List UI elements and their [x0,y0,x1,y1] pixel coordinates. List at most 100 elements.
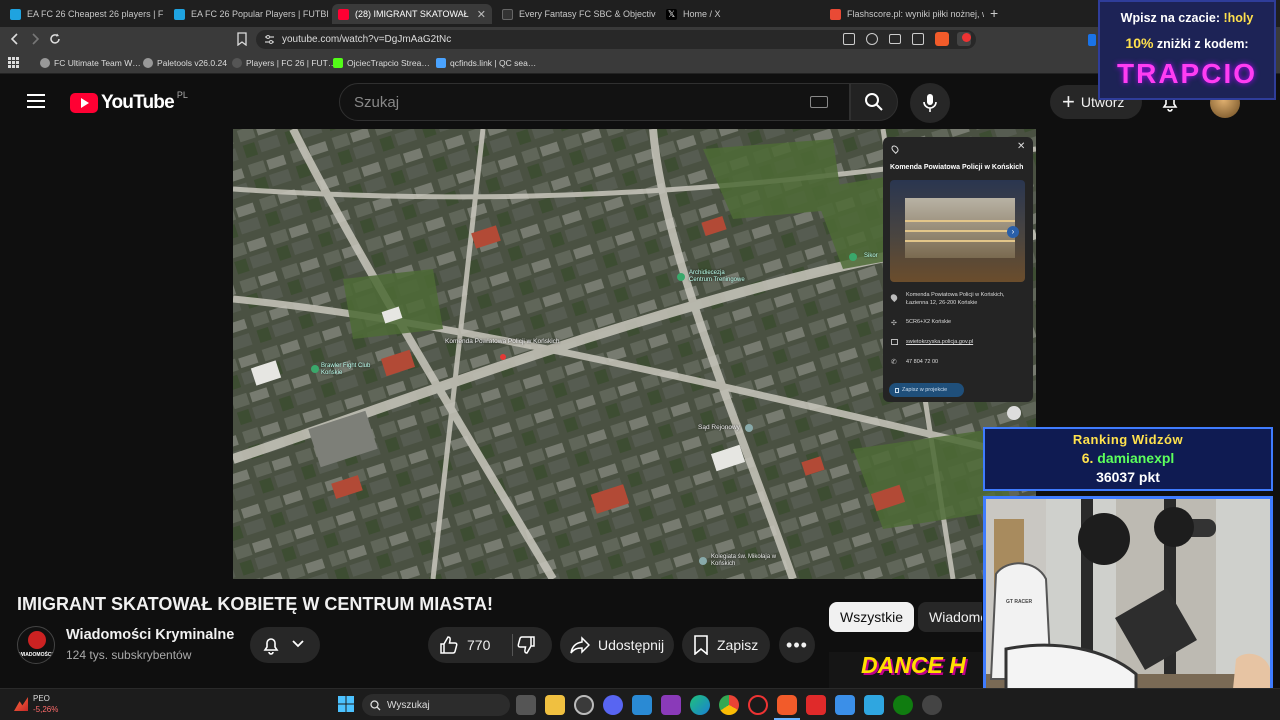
browser-tab[interactable]: 𝕏 Home / X [660,4,820,24]
discord-icon[interactable] [603,695,623,715]
taskbar-search[interactable]: Wyszukaj [362,694,510,716]
voice-search-button[interactable] [910,83,950,123]
bookmark-label: qcfinds.link | QC sea… [450,58,537,68]
like-dislike-group: 770 [428,627,552,663]
back-icon[interactable] [8,32,22,46]
reload-icon[interactable] [48,32,62,46]
navigation-bar: youtube.com/watch?v=DgJmAaG2tNc [0,27,1280,52]
search-input[interactable]: Szukaj [339,83,850,121]
location-pin-icon [890,144,900,154]
task-view-icon[interactable] [516,695,536,715]
bookmark-item[interactable]: OjciecTrapcio Strea… [333,56,430,70]
map-label: Archidiecezja Centrum Treningowe [689,270,745,283]
edge-icon[interactable] [690,695,710,715]
cast-icon[interactable] [889,34,901,44]
dislike-button[interactable] [516,635,536,655]
share-label: Udostępnij [598,637,665,653]
bookmark-item[interactable]: qcfinds.link | QC sea… [436,56,536,70]
place-plus-code: 5CR6+X2 Końskie [906,319,952,325]
channel-avatar[interactable]: WIADOMOŚCI [17,626,55,664]
viewer-ranking-overlay: Ranking Widzów 6. damianexpl 36037 pkt [983,427,1273,491]
bookmark-label: Paletools v26.0.24 [157,58,227,68]
browser-tab[interactable]: Flashscore.pl: wyniki piłki nożnej, wy… [824,4,984,24]
chip-all[interactable]: Wszystkie [829,602,914,632]
close-tab-icon[interactable]: ✕ [477,8,492,21]
opera-icon[interactable] [748,695,768,715]
save-to-project-button[interactable]: Zapisz w projekcie [889,383,964,397]
selected-location-pin [500,354,506,360]
recommended-video-thumbnail[interactable]: DANCE H [829,652,983,688]
chip-news[interactable]: Wiadomo [918,602,982,632]
file-explorer-icon[interactable] [545,695,565,715]
chair-brand-label: GT RACER [1006,599,1033,605]
map-label: Kolegiata św. Mikołaja w Końskich [711,554,777,567]
settings-gear-icon[interactable] [922,695,942,715]
profile-icon[interactable] [1088,34,1096,46]
vivaldi-icon[interactable] [806,695,826,715]
channel-name[interactable]: Wiadomości Kryminalne [66,627,234,643]
app-icon[interactable] [864,695,884,715]
bookmark-item[interactable]: FC Ultimate Team W… [40,56,141,70]
kick-icon [333,58,343,68]
globe-icon [143,58,153,68]
thumbs-up-icon [440,636,458,654]
brave-icon[interactable] [777,695,797,715]
bell-icon [263,638,279,655]
futbin-icon [174,8,185,20]
pegman-icon[interactable] [1007,406,1021,420]
ranking-place: 6. [1081,450,1094,466]
browser-tab-active[interactable]: (28) IMIGRANT SKATOWAŁ KOBI… ✕ [332,4,492,24]
map-place-card: ✕ Komenda Powiatowa Policji w Końskich ›… [883,137,1033,402]
save-button[interactable]: Zapisz [682,627,770,663]
bookmark-item[interactable]: Paletools v26.0.24 [143,56,227,70]
youtube-wordmark: YouTube [101,92,175,113]
app-icon[interactable] [661,695,681,715]
apps-grid-icon[interactable] [8,57,19,68]
bookmark-item[interactable]: Players | FC 26 | FUT… [232,56,336,70]
taskbar-search-label: Wyszukaj [387,699,430,711]
browser-tab[interactable]: Every Fantasy FC SBC & Objective Pla… [496,4,656,24]
browser-tab[interactable]: EA FC 26 Popular Players | FUTBIN [168,4,328,24]
menu-icon[interactable] [27,94,45,108]
brave-shield-icon[interactable] [935,32,949,46]
vscode-icon[interactable] [632,695,652,715]
place-website-link[interactable]: swietokrzyska.policja.gov.pl [906,339,973,345]
stock-symbol: PEO [33,694,50,703]
save-bookmark-icon [694,635,708,655]
flashscore-icon [830,8,841,20]
bookmark-label: OjciecTrapcio Strea… [347,58,430,68]
zoom-icon[interactable] [866,33,878,45]
share-button[interactable]: Udostępnij [560,627,674,663]
plus-icon: + [1062,89,1075,114]
ranking-points: 36037 pkt [1096,469,1160,485]
forward-icon[interactable] [28,32,42,46]
search-button[interactable] [850,83,898,121]
page-icon [232,58,242,68]
webcam-overlay: GT RACER [983,496,1273,712]
share-icon [570,636,590,654]
map-label: Sikor [864,253,878,259]
keyboard-icon[interactable] [810,96,828,108]
browser-tab[interactable]: EA FC 26 Cheapest 26 players | FUTBIN [4,4,164,24]
share-page-icon[interactable] [912,33,924,45]
like-button[interactable]: 770 [428,627,512,663]
bookmark-page-icon[interactable] [236,32,248,46]
more-icon: ••• [786,635,808,655]
more-actions-button[interactable]: ••• [779,627,815,663]
video-title: IMIGRANT SKATOWAŁ KOBIETĘ W CENTRUM MIAS… [17,594,493,614]
bookmark-label: Players | FC 26 | FUT… [246,58,337,68]
mute-site-icon[interactable] [843,33,855,45]
subscription-bell-button[interactable] [250,627,320,663]
new-tab-icon[interactable]: + [990,5,998,21]
obs-icon[interactable] [574,695,594,715]
stock-widget-icon[interactable] [14,697,28,711]
next-photo-icon[interactable]: › [1007,226,1019,238]
site-settings-icon[interactable] [264,34,275,45]
close-icon[interactable]: ✕ [1017,141,1025,152]
photos-icon[interactable] [835,695,855,715]
windows-start-icon[interactable] [338,696,354,712]
youtube-logo[interactable]: YouTube PL [70,90,188,114]
xbox-icon[interactable] [893,695,913,715]
brave-rewards-icon[interactable] [957,32,971,46]
chrome-icon[interactable] [719,695,739,715]
